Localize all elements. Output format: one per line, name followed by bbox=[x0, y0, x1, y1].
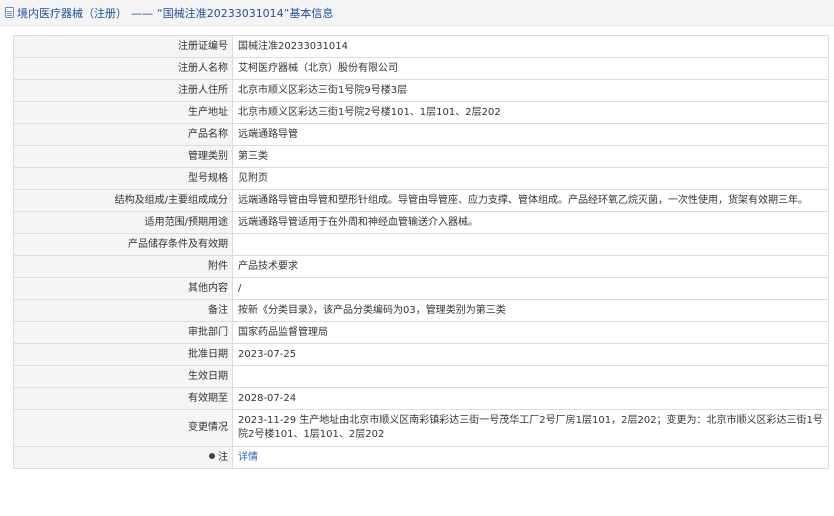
table-row: 产品储存条件及有效期 bbox=[13, 233, 829, 256]
row-value: 北京市顺义区彩达三街1号院2号楼101、1层101、2层202 bbox=[232, 101, 829, 124]
row-label: 附件 bbox=[13, 255, 233, 278]
page-header: 境内医疗器械（注册） —— “国械注准20233031014”基本信息 bbox=[0, 0, 834, 26]
table-row: 批准日期 2023-07-25 bbox=[13, 343, 829, 366]
row-label: 审批部门 bbox=[13, 321, 233, 344]
row-label: 型号规格 bbox=[13, 167, 233, 190]
table-row: 结构及组成/主要组成成分 远端通路导管由导管和塑形针组成。导管由导管座、应力支撑… bbox=[13, 189, 829, 212]
row-label: 注册证编号 bbox=[13, 35, 233, 58]
table-row: 生效日期 bbox=[13, 365, 829, 388]
table-row: 注册证编号 国械注准20233031014 bbox=[13, 35, 829, 58]
row-label: 有效期至 bbox=[13, 387, 233, 410]
document-icon bbox=[5, 7, 14, 18]
row-label: 产品储存条件及有效期 bbox=[13, 233, 233, 256]
row-value: / bbox=[232, 277, 829, 300]
title-suffix: 基本信息 bbox=[289, 6, 334, 20]
table-row: 型号规格 见附页 bbox=[13, 167, 829, 190]
table-row: 其他内容 / bbox=[13, 277, 829, 300]
table-row: 注 详情 bbox=[13, 446, 829, 469]
table-row: 注册人名称 艾柯医疗器械（北京）股份有限公司 bbox=[13, 57, 829, 80]
table-row: 生产地址 北京市顺义区彩达三街1号院2号楼101、1层101、2层202 bbox=[13, 101, 829, 124]
row-label: 备注 bbox=[13, 299, 233, 322]
row-value: 2028-07-24 bbox=[232, 387, 829, 410]
table-row: 备注 按新《分类目录》，该产品分类编码为03，管理类别为第三类 bbox=[13, 299, 829, 322]
row-value: 见附页 bbox=[232, 167, 829, 190]
row-value: 远端通路导管适用于在外周和神经血管输送介入器械。 bbox=[232, 211, 829, 234]
row-label: 注册人住所 bbox=[13, 79, 233, 102]
row-value: 远端通路导管由导管和塑形针组成。导管由导管座、应力支撑、管体组成。产品经环氧乙烷… bbox=[232, 189, 829, 212]
table-row: 管理类别 第三类 bbox=[13, 145, 829, 168]
row-value: 远端通路导管 bbox=[232, 123, 829, 146]
row-label: 产品名称 bbox=[13, 123, 233, 146]
table-row: 适用范围/预期用途 远端通路导管适用于在外周和神经血管输送介入器械。 bbox=[13, 211, 829, 234]
row-value: 国械注准20233031014 bbox=[232, 35, 829, 58]
title-separator: —— bbox=[131, 6, 153, 20]
page-title: 境内医疗器械（注册） —— “国械注准20233031014”基本信息 bbox=[17, 5, 333, 21]
row-value: 艾柯医疗器械（北京）股份有限公司 bbox=[232, 57, 829, 80]
table-row: 审批部门 国家药品监督管理局 bbox=[13, 321, 829, 344]
row-value: 2023-11-29 生产地址由北京市顺义区南彩镇彩达三街一号茂华工厂2号厂房1… bbox=[232, 409, 829, 447]
row-value: 国家药品监督管理局 bbox=[232, 321, 829, 344]
note-value-cell: 详情 bbox=[232, 446, 829, 469]
bullet-icon bbox=[209, 452, 215, 459]
table-row: 产品名称 远端通路导管 bbox=[13, 123, 829, 146]
row-value: 按新《分类目录》，该产品分类编码为03，管理类别为第三类 bbox=[232, 299, 829, 322]
row-value: 北京市顺义区彩达三街1号院9号楼3层 bbox=[232, 79, 829, 102]
table-row: 变更情况 2023-11-29 生产地址由北京市顺义区南彩镇彩达三街一号茂华工厂… bbox=[13, 409, 829, 447]
row-label: 其他内容 bbox=[13, 277, 233, 300]
row-label: 注册人名称 bbox=[13, 57, 233, 80]
row-value: 第三类 bbox=[232, 145, 829, 168]
row-value: 产品技术要求 bbox=[232, 255, 829, 278]
table-row: 附件 产品技术要求 bbox=[13, 255, 829, 278]
info-table: 注册证编号 国械注准20233031014 注册人名称 艾柯医疗器械（北京）股份… bbox=[13, 35, 829, 469]
table-row: 有效期至 2028-07-24 bbox=[13, 387, 829, 410]
row-label: 生效日期 bbox=[13, 365, 233, 388]
row-label: 结构及组成/主要组成成分 bbox=[13, 189, 233, 212]
row-value bbox=[232, 365, 829, 388]
details-link[interactable]: 详情 bbox=[238, 452, 258, 463]
row-label: 批准日期 bbox=[13, 343, 233, 366]
row-label: 变更情况 bbox=[13, 409, 233, 447]
row-label: 管理类别 bbox=[13, 145, 233, 168]
row-label: 生产地址 bbox=[13, 101, 233, 124]
title-category: 境内医疗器械（注册） bbox=[17, 6, 127, 20]
note-label: 注 bbox=[218, 451, 228, 463]
row-label: 适用范围/预期用途 bbox=[13, 211, 233, 234]
row-value bbox=[232, 233, 829, 256]
table-row: 注册人住所 北京市顺义区彩达三街1号院9号楼3层 bbox=[13, 79, 829, 102]
title-registration-number: “国械注准20233031014” bbox=[157, 6, 290, 20]
note-label-cell: 注 bbox=[13, 446, 233, 469]
row-value: 2023-07-25 bbox=[232, 343, 829, 366]
